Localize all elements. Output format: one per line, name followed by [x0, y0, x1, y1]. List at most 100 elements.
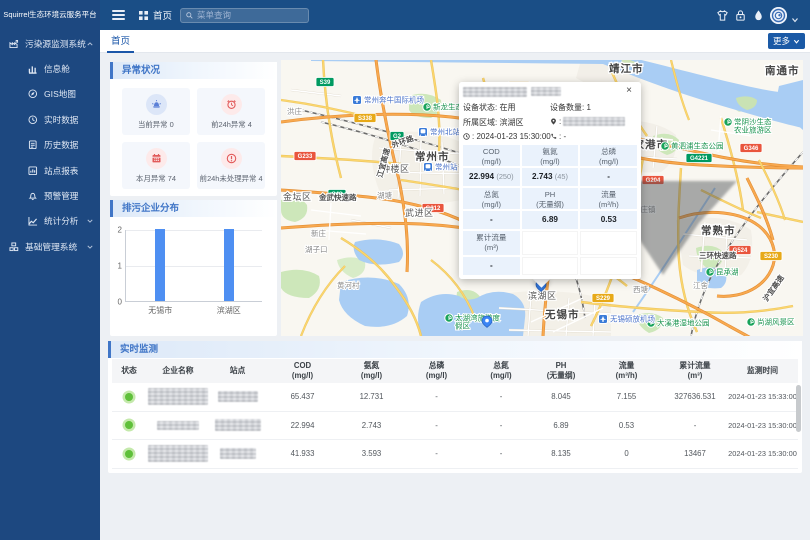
table-cell	[146, 445, 210, 462]
map-poi-黄泗浦生态公园[interactable]: 黄泗浦生态公园	[661, 141, 724, 151]
map-poi-常州站[interactable]: 常州站	[424, 162, 458, 172]
status-card-icon-circle	[221, 148, 242, 169]
sidebar-item-历史数据[interactable]: 历史数据	[0, 133, 100, 158]
avatar[interactable]	[770, 7, 787, 24]
sidebar-item-label: 污染源监测系统	[25, 37, 86, 50]
table-cell: 327636.531	[663, 392, 727, 401]
table-row[interactable]: 41.9333.593--8.1350134672024-01-23 15:30…	[112, 440, 798, 469]
close-icon[interactable]: ×	[624, 86, 634, 96]
table-cell: -	[403, 392, 470, 401]
table-cell: 0	[590, 449, 663, 458]
sidebar-item-信息舱[interactable]: 信息舱	[0, 56, 100, 81]
theme-skin-icon[interactable]	[716, 9, 728, 21]
more-button[interactable]: 更多	[768, 33, 805, 49]
table-cell: 41.933	[265, 449, 340, 458]
abnormal-status-panel: 异常状况 当前异常 0前24h异常 4本月异常 74前24h未处理异常 4	[110, 62, 277, 196]
map-label-武进区: 武进区	[405, 207, 434, 218]
map-label-黄河村: 黄河村	[337, 280, 360, 290]
breadcrumb-home: 首页	[153, 8, 172, 22]
status-cards: 当前异常 0前24h异常 4本月异常 74前24h未处理异常 4	[110, 79, 277, 198]
redacted-site-name	[215, 419, 261, 431]
popup-th-氨氮: 氨氮(mg/l)	[522, 145, 579, 166]
table-cell: -	[663, 421, 727, 430]
popup-th-COD: COD(mg/l)	[463, 145, 520, 166]
chart-ytick: 2	[118, 226, 122, 235]
breadcrumb[interactable]: 首页	[139, 8, 172, 22]
sidebar-item-label: GIS地图	[44, 88, 76, 100]
table-cell: 22.994	[265, 421, 340, 430]
table-cell	[210, 391, 265, 402]
device-phone: : -	[550, 132, 637, 141]
sidebar-item-label: 信息舱	[44, 63, 70, 75]
siren-icon	[151, 99, 162, 110]
lock-icon[interactable]	[734, 9, 746, 21]
map-poi-无锡硕放机场[interactable]: 无锡硕放机场	[599, 314, 656, 324]
search-input[interactable]	[197, 10, 303, 20]
sidebar-item-icon	[9, 242, 19, 252]
sidebar-item-基础管理系统[interactable]: 基础管理系统	[0, 234, 100, 259]
clock-icon	[28, 115, 38, 125]
sidebar-item-GIS地图[interactable]: GIS地图	[0, 82, 100, 107]
sidebar-item-label: 基础管理系统	[25, 240, 77, 253]
warning-icon	[226, 153, 237, 164]
sidebar-item-icon	[28, 140, 38, 150]
tab-home[interactable]: 首页	[107, 30, 134, 53]
map-poi-常阴沙生态[interactable]: 常阴沙生态农业旅游区	[724, 117, 772, 135]
svg-text:无锡硕放机场: 无锡硕放机场	[610, 314, 655, 324]
more-button-label: 更多	[773, 35, 790, 47]
map-poi-常州奔牛国际机场[interactable]: 常州奔牛国际机场	[353, 95, 425, 105]
map-poi-昆承湖[interactable]: 昆承湖	[706, 268, 739, 277]
status-card-icon-circle	[221, 94, 242, 115]
map-poi-尚湖风景区[interactable]: 尚湖风景区	[747, 317, 795, 327]
popup-td-empty	[580, 257, 637, 275]
sidebar-item-站点报表[interactable]: 站点报表	[0, 158, 100, 183]
chevron-down-icon	[793, 38, 800, 45]
menu-search[interactable]	[180, 8, 309, 23]
map[interactable]: G2G42S19S48G4221S58G204G312G346G524G233S…	[281, 60, 803, 336]
realtime-monitoring-title: 实时监测	[108, 341, 802, 358]
map-poi-常州北站[interactable]: 常州北站	[419, 127, 461, 137]
compass-icon	[28, 89, 38, 99]
sidebar-item-污染源监测系统[interactable]: 污染源监测系统	[0, 31, 100, 56]
sidebar-item-预警管理[interactable]: 预警管理	[0, 183, 100, 208]
table-scrollbar-thumb[interactable]	[796, 385, 801, 432]
table-cell: 13467	[663, 449, 727, 458]
cubes-icon	[9, 242, 19, 252]
app-root: Squirrel生态环境云服务平台 污染源监测系统信息舱GIS地图实时数据历史数…	[0, 0, 810, 540]
map-label-无锡市: 无锡市	[544, 308, 580, 321]
map-poi-大溪港湿地公园[interactable]: 大溪港湿地公园	[647, 318, 710, 328]
svg-text:昆承湖: 昆承湖	[716, 268, 739, 277]
sidebar-item-label: 站点报表	[44, 165, 78, 177]
sidebar-item-icon	[28, 191, 38, 201]
sidebar-item-label: 统计分析	[44, 215, 78, 227]
sidebar-item-icon	[28, 64, 38, 74]
table-cell: 6.89	[532, 421, 590, 430]
enterprise-distribution-title: 排污企业分布	[110, 200, 277, 217]
column-header-累计流量: 累计流量(m³)	[663, 359, 727, 383]
flame-icon[interactable]	[752, 9, 764, 21]
map-label-金坛区: 金坛区	[283, 191, 312, 202]
chevron-up-icon	[87, 41, 93, 47]
map-route-shield-S338: S338	[354, 114, 376, 123]
svg-text:假区: 假区	[455, 322, 470, 331]
table-row[interactable]: 22.9942.743--6.890.53-2024-01-23 15:30:0…	[112, 412, 798, 441]
popup-td: -	[463, 211, 520, 229]
status-card-icon-circle	[146, 94, 167, 115]
popup-th-流量: 流量(m³/h)	[580, 188, 637, 209]
table-cell: 12.731	[340, 392, 403, 401]
status-card: 本月异常 74	[122, 142, 190, 189]
sidebar-item-统计分析[interactable]: 统计分析	[0, 209, 100, 234]
alarm-clock-icon	[226, 99, 237, 110]
sidebar-menu: 污染源监测系统信息舱 GIS地图实时数据历史数据站点报表预警管理统计分析基础管理系…	[0, 31, 100, 260]
hamburger-icon[interactable]	[112, 10, 125, 20]
popup-td: 22.994 (250)	[463, 168, 520, 186]
device-time: : 2024-01-23 15:30:00	[463, 132, 550, 141]
map-label-湖子口: 湖子口	[305, 245, 328, 254]
sidebar-item-icon	[28, 216, 38, 226]
map-info-popup: × 设备状态: 在用 设备数量: 1 所属区域: 滨湖区 :	[459, 82, 641, 279]
sidebar-item-实时数据[interactable]: 实时数据	[0, 107, 100, 132]
redacted-company-name	[148, 388, 208, 405]
bars-icon	[28, 64, 38, 74]
user-chevron-down-icon[interactable]	[791, 11, 799, 19]
table-row[interactable]: 65.43712.731--8.0457.155327636.5312024-0…	[112, 383, 798, 412]
